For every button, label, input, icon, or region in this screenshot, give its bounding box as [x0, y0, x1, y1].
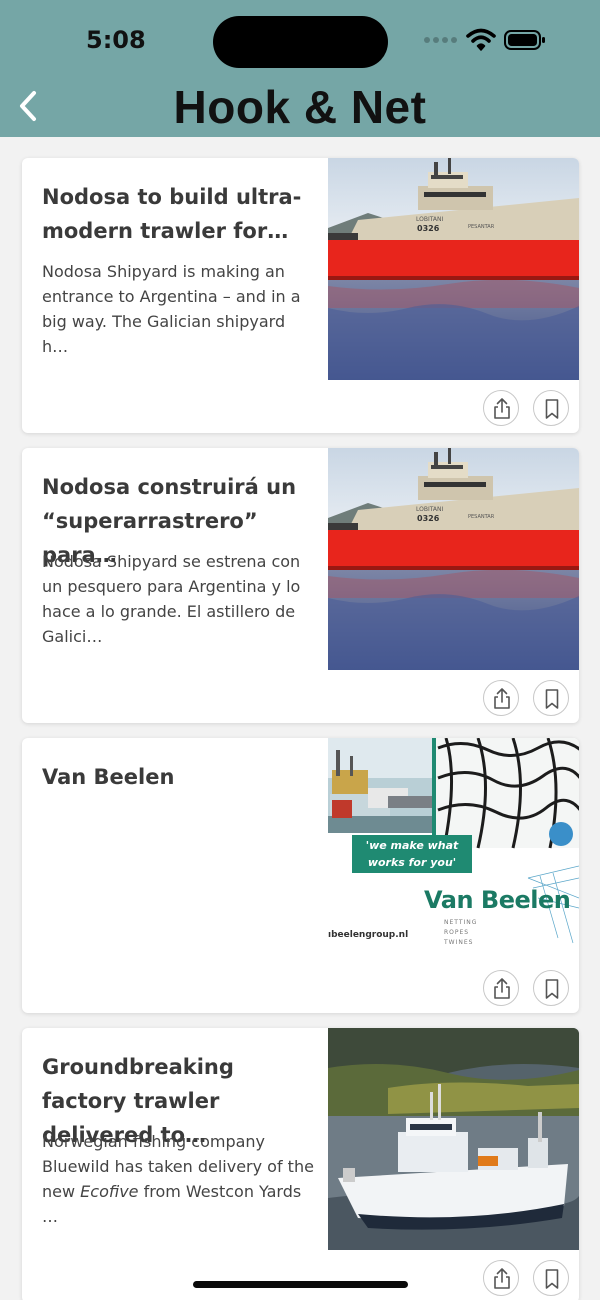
bookmark-icon — [545, 979, 559, 999]
bookmark-button[interactable] — [533, 390, 569, 426]
share-icon — [494, 1268, 510, 1289]
share-button[interactable] — [483, 1260, 519, 1296]
advert-sub-netting: NETTING — [444, 919, 478, 926]
article-card[interactable]: Groundbreaking factory trawler delivered… — [22, 1028, 579, 1300]
share-button[interactable] — [483, 390, 519, 426]
ship-name: PESANTAR — [468, 224, 495, 230]
advert-tagline: 'we make what works for you' — [352, 835, 472, 873]
share-icon — [494, 688, 510, 709]
article-summary: Nodosa Shipyard se estrena con un pesque… — [42, 552, 301, 646]
article-card[interactable]: Nodosa to build ultra-modern trawler for… — [22, 158, 579, 433]
article-image[interactable] — [328, 1028, 579, 1250]
home-indicator[interactable] — [193, 1281, 408, 1288]
advert-brand: Van Beelen — [424, 886, 571, 914]
article-summary: Nodosa Shipyard is making an entrance to… — [42, 262, 301, 356]
advert-subline: NETTING ROPES TWINES — [444, 918, 477, 948]
bookmark-icon — [545, 1269, 559, 1289]
battery-icon — [504, 30, 545, 50]
vessel-name: Ecofive — [80, 1182, 139, 1201]
advert-sub-twines: TWINES — [444, 939, 474, 946]
article-image[interactable]: LOBITANI 0326 PESANTAR — [328, 448, 579, 670]
app-title: Hook & Net — [173, 81, 427, 133]
dynamic-island — [213, 16, 388, 68]
hull-number: 0326 — [417, 224, 440, 233]
article-title[interactable]: Van Beelen — [42, 760, 314, 794]
hull-number: 0326 — [417, 514, 440, 523]
wifi-icon — [466, 28, 496, 51]
bookmark-icon — [545, 689, 559, 709]
app-header: 5:08 Hook & Net — [0, 0, 600, 137]
bookmark-button[interactable] — [533, 1260, 569, 1296]
article-card[interactable]: Nodosa construirá un “superarrastrero” p… — [22, 448, 579, 723]
advert-image[interactable]: 'we make what works for you' Van Beelen … — [328, 738, 579, 960]
article-summary: Norwegian fishing company Bluewild has t… — [42, 1129, 314, 1229]
article-title[interactable]: Nodosa to build ultra-modern trawler for… — [42, 180, 314, 248]
share-button[interactable] — [483, 680, 519, 716]
advert-tagline-line1: 'we make what — [365, 839, 459, 852]
article-card[interactable]: Van Beelen 'we make what works for you' … — [22, 738, 579, 1013]
bookmark-icon — [545, 399, 559, 419]
article-image[interactable]: LOBITANI 0326 PESANTAR — [328, 158, 579, 380]
bookmark-button[interactable] — [533, 680, 569, 716]
svg-text:LOBITANI: LOBITANI — [416, 216, 444, 223]
advert-tagline-line2: works for you' — [367, 856, 457, 869]
advert-sub-ropes: ROPES — [444, 929, 470, 936]
svg-text:LOBITANI: LOBITANI — [416, 506, 444, 513]
cellular-signal-icon — [424, 37, 458, 43]
status-time: 5:08 — [86, 26, 146, 54]
advert-url: ıbeelengroup.nl — [328, 930, 409, 940]
share-button[interactable] — [483, 970, 519, 1006]
share-icon — [494, 978, 510, 999]
bookmark-button[interactable] — [533, 970, 569, 1006]
share-icon — [494, 398, 510, 419]
ship-name: PESANTAR — [468, 514, 495, 520]
